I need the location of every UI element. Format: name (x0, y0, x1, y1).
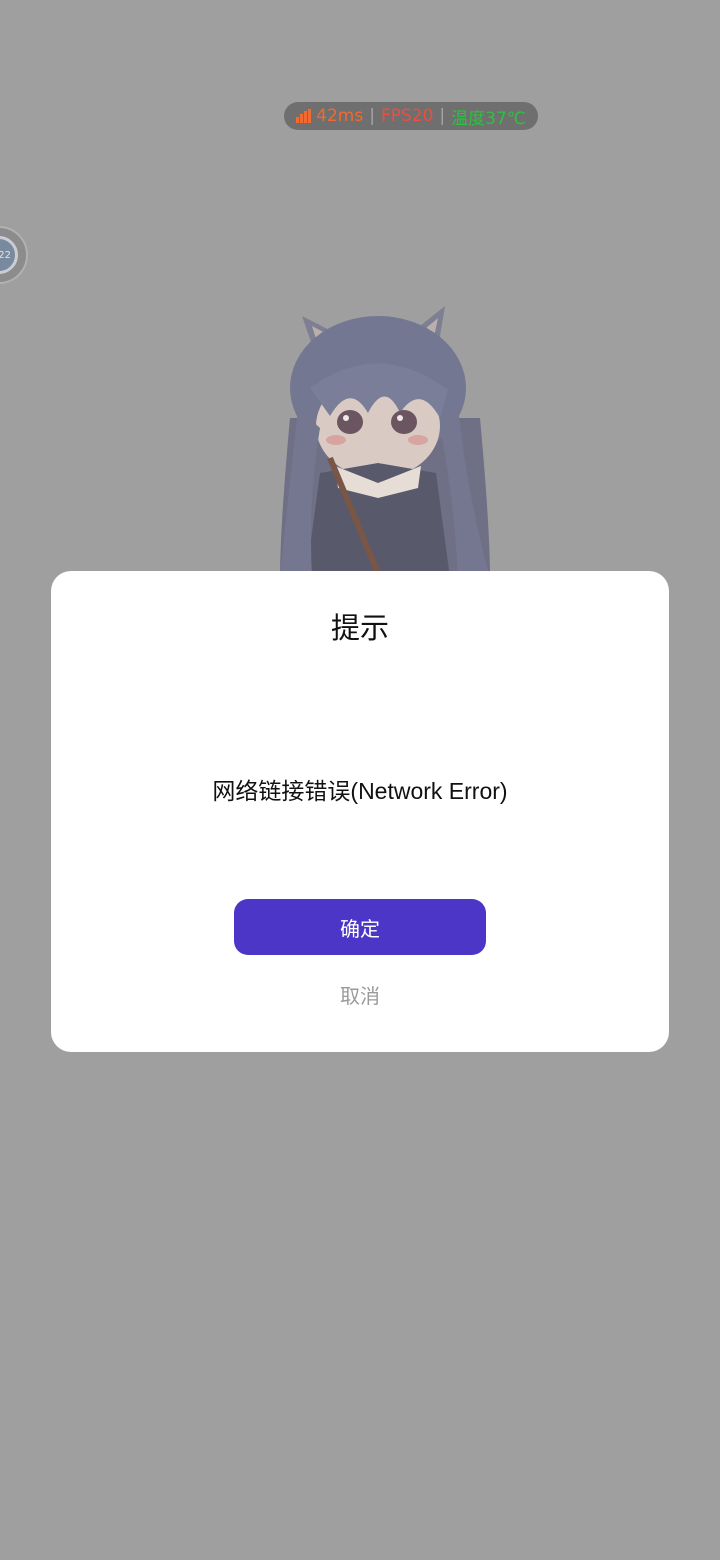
separator: | (369, 106, 375, 126)
ping-value: 42ms (316, 106, 364, 126)
fps-value: FPS20 (380, 106, 434, 126)
floating-assistant-button[interactable]: 22 (0, 226, 28, 284)
floating-bubble-text: 22 (0, 249, 11, 261)
floating-bubble-badge: 22 (0, 236, 18, 274)
dialog-message: 网络链接错误(Network Error) (212, 778, 508, 804)
signal-strength-icon (296, 109, 312, 123)
confirm-button[interactable]: 确定 (234, 899, 486, 955)
performance-overlay: 42ms | FPS20 | 温度37℃ (284, 102, 538, 130)
dialog-title: 提示 (330, 611, 389, 645)
separator: | (439, 106, 446, 126)
cancel-button[interactable]: 取消 (234, 977, 486, 1011)
character-illustration (280, 306, 490, 578)
temperature-value: 温度37℃ (451, 108, 526, 129)
alert-dialog: 提示 网络链接错误(Network Error) 确定 取消 (51, 571, 669, 1052)
